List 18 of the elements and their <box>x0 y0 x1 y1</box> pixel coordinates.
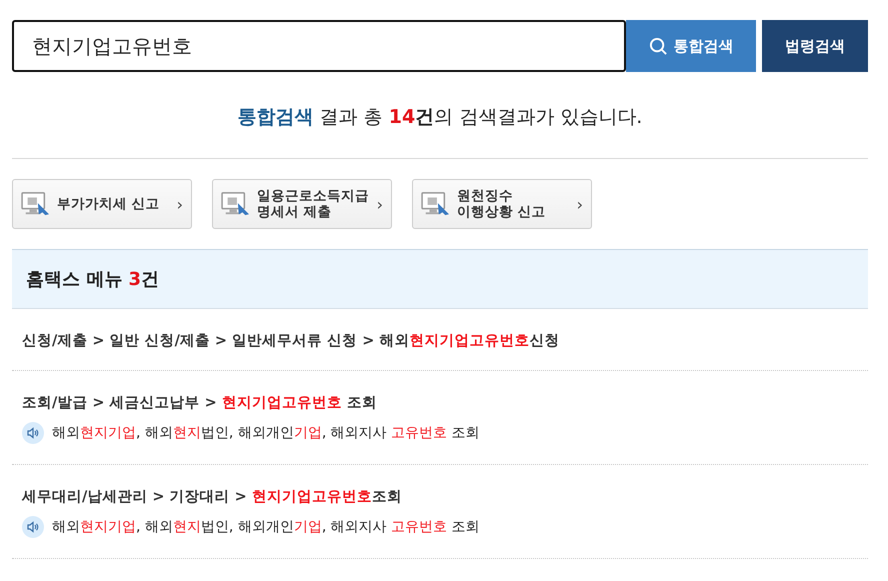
menu-path-link[interactable]: 세무대리/납세관리 > 기장대리 > 현지기업고유번호조회 <box>22 487 858 506</box>
speaker-icon <box>22 422 44 444</box>
search-button[interactable]: 통합검색 <box>626 20 756 72</box>
search-icon <box>648 36 668 56</box>
result-summary: 통합검색 결과 총 14건의 검색결과가 있습니다. <box>236 105 644 130</box>
menu-path-link[interactable]: 신청/제출 > 일반 신청/제출 > 일반세무서류 신청 > 해외 현지기업고유번호신청 <box>22 331 858 350</box>
result-description: 해외 현지기업, 해외 현지 법인, 해외개인기업, 해외지사 고유번호 조회 <box>52 424 480 442</box>
monitor-icon <box>21 191 51 217</box>
monitor-icon <box>421 191 451 217</box>
section-title: 홈택스 메뉴 3건 <box>26 268 160 291</box>
speaker-icon <box>22 516 44 538</box>
search-field[interactable]: 현지기업고유번호 <box>12 20 626 72</box>
shortcut-button[interactable]: 부가가치세 신고 › <box>12 179 192 229</box>
shortcut-button[interactable]: 원천징수 이행상황 신고 › <box>412 179 592 229</box>
result-description: 해외 현지기업, 해외 현지 법인, 해외개인기업, 해외지사 고유번호 조회 <box>52 518 480 536</box>
menu-path-link[interactable]: 조회/발급 > 세금신고납부 > 현지기업고유번호 조회 <box>22 393 858 412</box>
search-button[interactable]: 법령검색 <box>762 20 868 72</box>
monitor-icon <box>221 191 251 217</box>
